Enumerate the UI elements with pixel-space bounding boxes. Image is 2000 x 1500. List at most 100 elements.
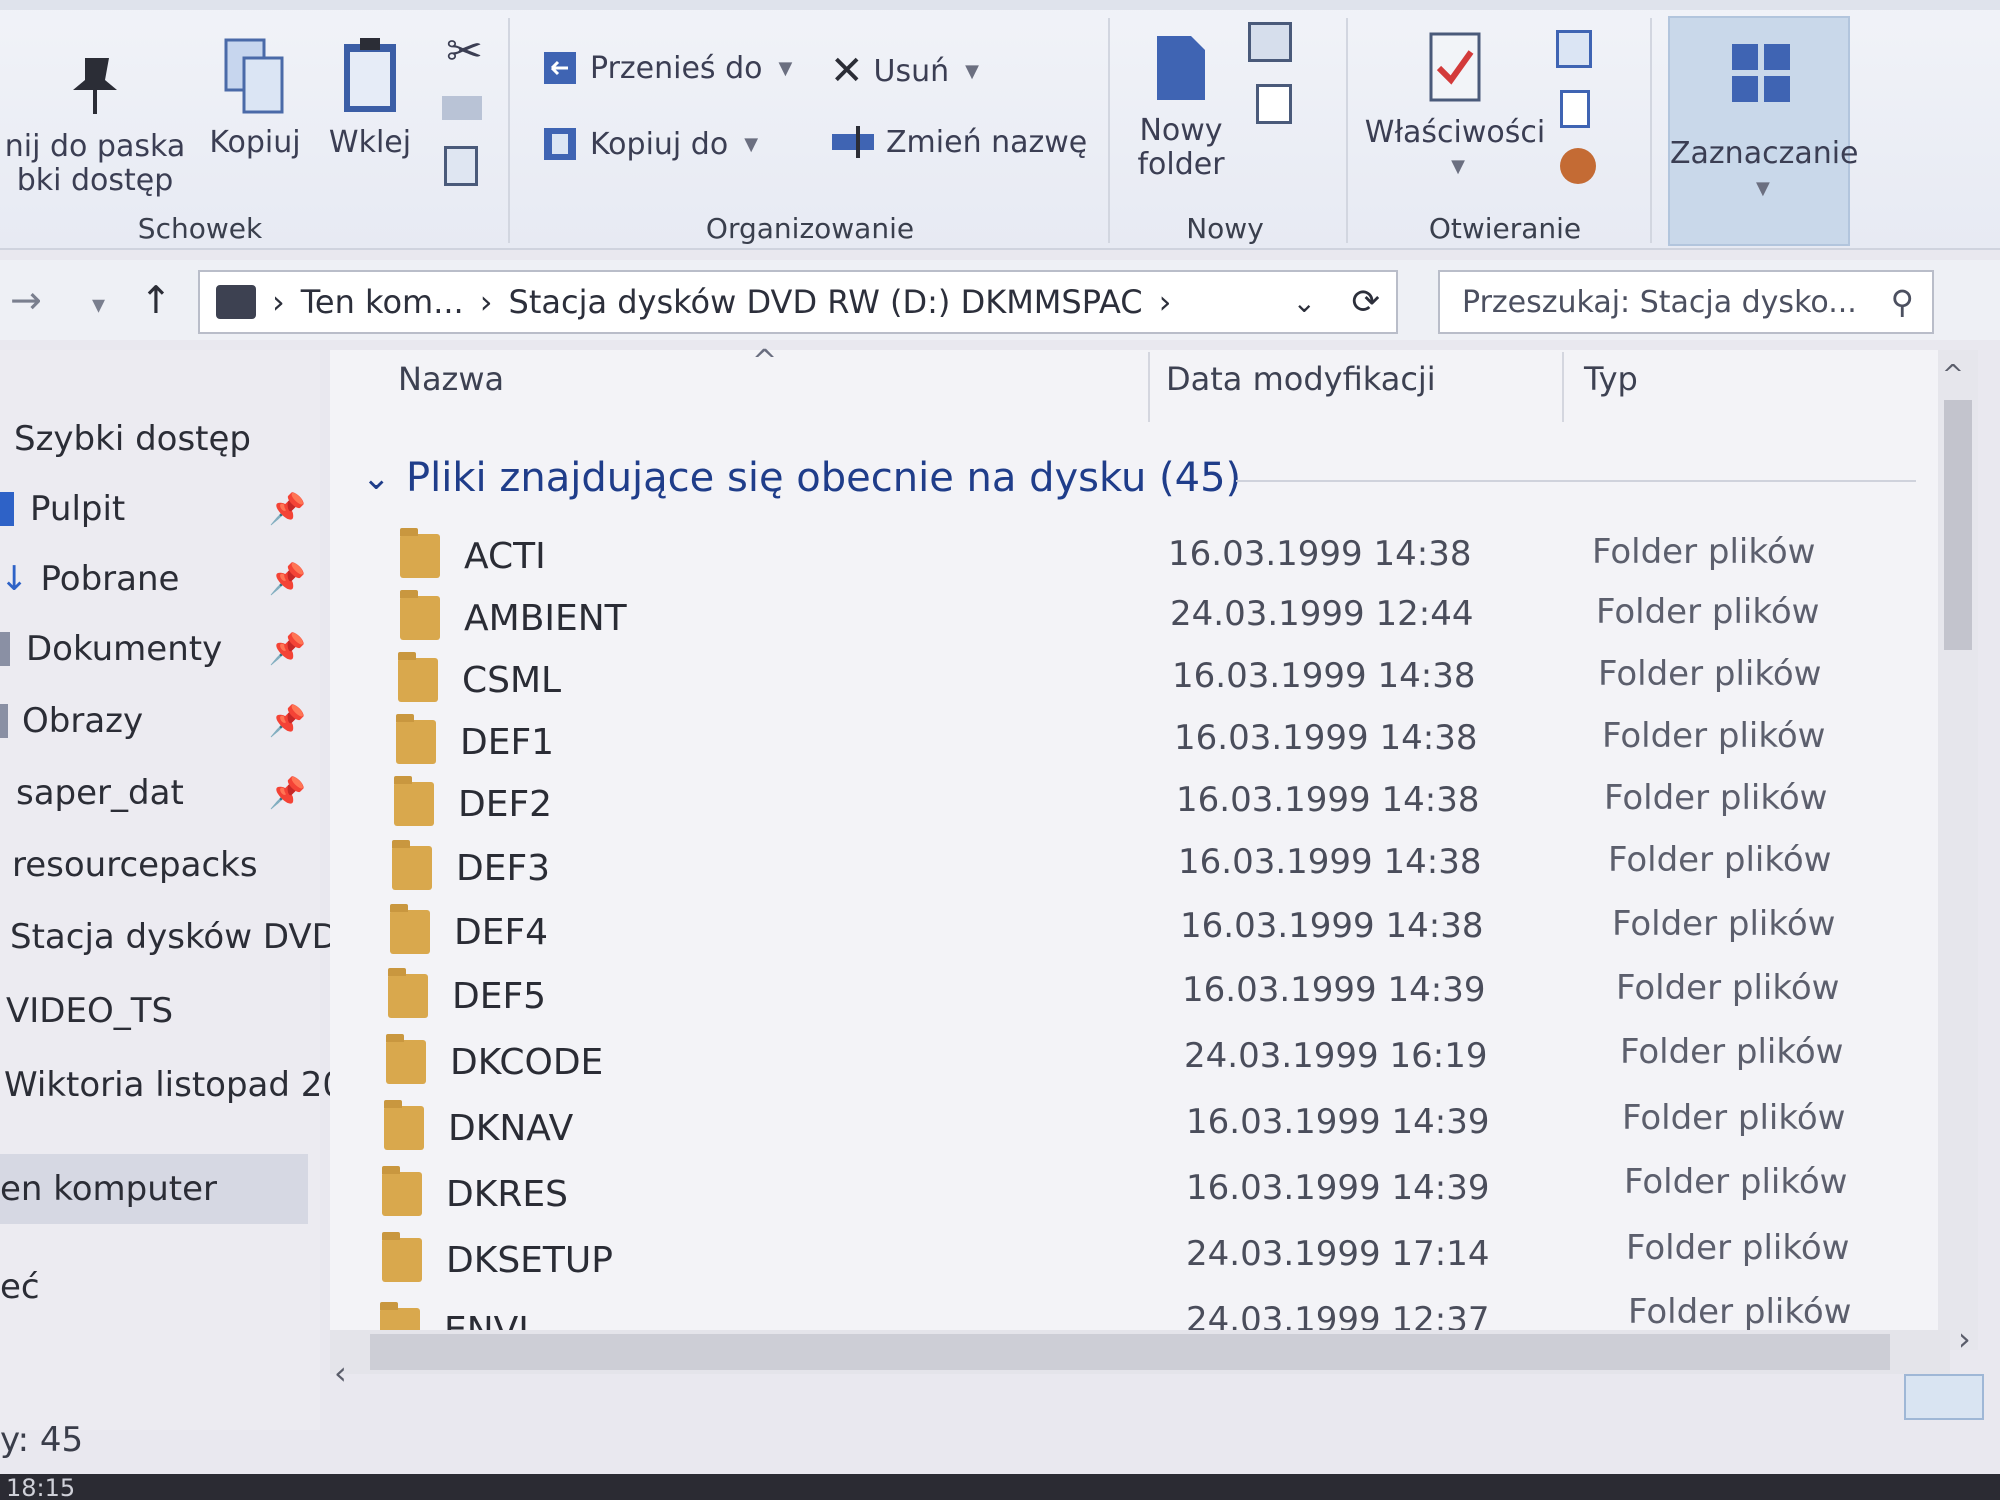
edit-icon[interactable]: [1560, 90, 1590, 128]
pin-icon: 📌: [268, 561, 306, 597]
new-folder-button[interactable]: Nowy folder: [1126, 30, 1236, 182]
list-item[interactable]: DKRES: [382, 1164, 568, 1224]
list-item[interactable]: DEF4: [390, 902, 548, 962]
nav-item-resourcepacks[interactable]: resourcepacks: [0, 834, 320, 896]
properties-icon: [1429, 32, 1481, 102]
recent-locations-icon[interactable]: ▾: [92, 290, 105, 320]
forward-icon[interactable]: →: [10, 278, 42, 322]
rename-button[interactable]: Zmień nazwę: [830, 124, 1087, 160]
column-separator[interactable]: [1148, 352, 1150, 422]
search-box[interactable]: Przeszukaj: Stacja dysko... ⚲: [1438, 270, 1934, 334]
details-view-icon[interactable]: [1904, 1374, 1984, 1420]
list-item[interactable]: DKCODE: [386, 1032, 603, 1092]
nav-item-this-pc[interactable]: en komputer: [0, 1154, 308, 1224]
select-button[interactable]: Zaznaczanie ▼: [1668, 16, 1859, 246]
up-icon[interactable]: ↑: [140, 278, 172, 322]
scroll-right-icon[interactable]: ›: [1958, 1320, 1971, 1358]
paste-button[interactable]: Wklej: [320, 36, 420, 160]
delete-button[interactable]: ✕ Usuń ▼: [830, 48, 979, 94]
history-icon[interactable]: [1560, 148, 1596, 184]
scroll-up-icon[interactable]: ^: [1942, 360, 1964, 390]
properties-button[interactable]: Właściwości ▼: [1360, 30, 1550, 184]
file-name: DEF5: [452, 975, 547, 1017]
rename-icon: [832, 126, 874, 158]
folder-icon: [394, 776, 434, 826]
folder-icon: [398, 652, 438, 702]
list-item[interactable]: ACTI: [400, 526, 546, 586]
nav-item-saper-dat[interactable]: saper_dat 📌: [0, 762, 320, 824]
paste-shortcut-icon[interactable]: [444, 146, 478, 186]
nav-item-network[interactable]: eć: [0, 1256, 320, 1318]
list-item[interactable]: DEF1: [396, 712, 554, 772]
move-to-button[interactable]: Przenieś do ▼: [540, 48, 792, 88]
group-header[interactable]: Pliki znajdujące się obecnie na dysku (4…: [406, 455, 1241, 501]
list-item[interactable]: DEF2: [394, 774, 552, 834]
file-name: DEF2: [458, 783, 553, 825]
copy-button[interactable]: Kopiuj: [200, 36, 310, 160]
nav-item-quick-access[interactable]: Szybki dostęp: [0, 408, 320, 470]
group-separator: [1346, 18, 1348, 243]
move-to-label: Przenieś do: [590, 50, 763, 86]
file-type: Folder plików: [1622, 1098, 1846, 1138]
easy-access-icon[interactable]: [1256, 84, 1292, 124]
nav-item-dvd-drive[interactable]: Stacja dysków DVD: [0, 906, 338, 968]
column-separator[interactable]: [1562, 352, 1564, 422]
nav-item-downloads[interactable]: ↓ Pobrane 📌: [0, 548, 320, 610]
file-type: Folder plików: [1598, 654, 1822, 694]
copy-to-button[interactable]: Kopiuj do ▼: [540, 124, 758, 164]
breadcrumb-separator: ›: [272, 283, 285, 321]
file-type: Folder plików: [1608, 840, 1832, 880]
cut-icon[interactable]: ✂: [446, 26, 483, 77]
file-name: DEF3: [456, 847, 551, 889]
file-type: Folder plików: [1628, 1292, 1852, 1332]
file-type: Folder plików: [1620, 1032, 1844, 1072]
horizontal-scroll-thumb[interactable]: [370, 1334, 1890, 1370]
breadcrumb-drive[interactable]: Stacja dysków DVD RW (D:) DKMMSPAC: [509, 283, 1143, 321]
address-dropdown-icon[interactable]: ⌄: [1293, 286, 1316, 319]
nav-item-wiktoria[interactable]: Wiktoria listopad 20: [0, 1054, 344, 1116]
nav-item-label: resourcepacks: [12, 845, 258, 885]
nav-item-pictures[interactable]: Obrazy 📌: [0, 690, 320, 752]
folder-icon: [388, 968, 428, 1018]
documents-icon: [0, 632, 10, 666]
open-icon[interactable]: [1556, 30, 1592, 68]
column-header-type[interactable]: Typ: [1584, 360, 1638, 398]
file-name: DKCODE: [450, 1041, 604, 1083]
pictures-icon: [0, 704, 8, 738]
copy-to-label: Kopiuj do: [590, 126, 729, 162]
group-collapse-icon[interactable]: ⌄: [362, 458, 391, 498]
list-item[interactable]: DKNAV: [384, 1098, 573, 1158]
list-item[interactable]: DKSETUP: [382, 1230, 613, 1290]
nav-item-desktop[interactable]: Pulpit 📌: [0, 478, 320, 540]
group-separator: [508, 18, 510, 243]
file-date: 16.03.1999 14:38: [1178, 842, 1482, 882]
pin-to-quick-access-button[interactable]: nij do paska bki dostęp: [0, 50, 190, 198]
scroll-left-icon[interactable]: ‹: [334, 1354, 347, 1392]
move-to-icon: [544, 52, 576, 84]
vertical-scroll-thumb[interactable]: [1944, 400, 1972, 650]
download-icon: ↓: [0, 559, 29, 599]
chevron-down-icon: ▼: [965, 60, 979, 82]
nav-item-documents[interactable]: Dokumenty 📌: [0, 618, 320, 680]
list-item[interactable]: AMBIENT: [400, 588, 627, 648]
file-name: DKSETUP: [446, 1239, 613, 1281]
list-item[interactable]: CSML: [398, 650, 561, 710]
file-date: 24.03.1999 17:14: [1186, 1234, 1490, 1274]
breadcrumb-this-pc[interactable]: Ten kom...: [301, 283, 464, 321]
group-label-organize: Organizowanie: [705, 212, 915, 245]
copy-path-icon[interactable]: [442, 96, 482, 120]
desktop-icon: [0, 492, 14, 526]
nav-item-video-ts[interactable]: VIDEO_TS: [0, 980, 320, 1042]
file-date: 16.03.1999 14:38: [1174, 718, 1478, 758]
column-header-name[interactable]: Nazwa: [398, 360, 504, 398]
nav-item-label: Wiktoria listopad 20: [4, 1065, 345, 1105]
column-header-date[interactable]: Data modyfikacji: [1166, 360, 1436, 398]
new-item-icon[interactable]: [1248, 22, 1292, 62]
list-item[interactable]: DEF5: [388, 966, 546, 1026]
refresh-icon[interactable]: ⟳: [1352, 282, 1381, 322]
list-item[interactable]: DEF3: [392, 838, 550, 898]
nav-item-label: Pulpit: [30, 489, 126, 529]
nav-item-label: Obrazy: [22, 701, 144, 741]
address-bar[interactable]: › Ten kom... › Stacja dysków DVD RW (D:)…: [198, 270, 1398, 334]
file-name: CSML: [462, 659, 562, 701]
